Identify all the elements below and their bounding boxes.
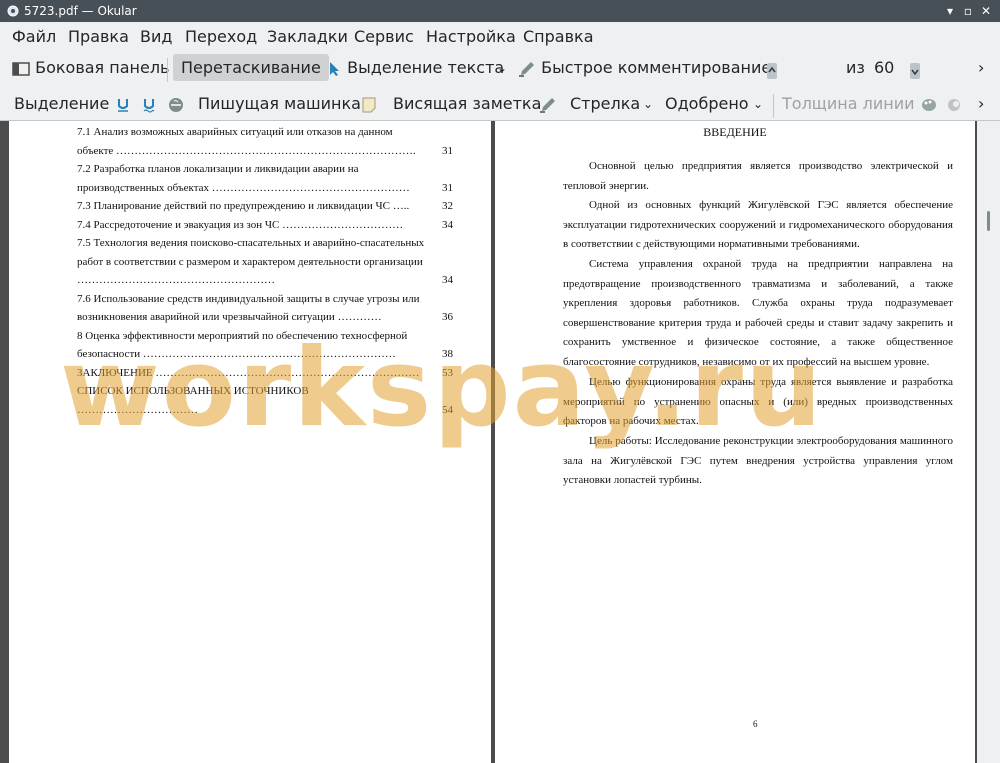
annotation-overflow-chevron-icon[interactable]: ›	[978, 94, 984, 113]
drag-mode-button[interactable]: Перетаскивание	[173, 54, 329, 81]
previous-page-button[interactable]	[767, 60, 777, 79]
menu-go[interactable]: Переход	[185, 27, 257, 46]
toolbar-separator	[167, 58, 168, 82]
main-toolbar: Боковая панель Перетаскивание Выделение …	[0, 52, 1000, 136]
page-of-label: из	[846, 58, 865, 77]
arrow-tool[interactable]: Стрелка	[570, 94, 640, 113]
minimize-icon[interactable]: ▾	[942, 3, 958, 19]
toolbar-overflow-chevron-icon[interactable]: ›	[978, 58, 984, 77]
toc-entry: 7.5 Технология ведения поисково-спасател…	[77, 237, 453, 286]
menu-view[interactable]: Вид	[140, 27, 172, 46]
highlight-tool[interactable]: Выделение	[14, 94, 109, 113]
opacity-icon[interactable]	[946, 94, 962, 113]
sidebar-icon	[12, 61, 30, 76]
underline-icon[interactable]	[116, 94, 130, 113]
document-viewer[interactable]: 7.1 Анализ возможных аварийных ситуаций …	[0, 121, 1000, 763]
quick-annotation-button[interactable]: Быстрое комментирование	[518, 58, 771, 77]
strikeout-icon[interactable]	[168, 94, 184, 113]
note-icon[interactable]	[362, 94, 376, 113]
sidebar-label: Боковая панель	[35, 58, 170, 77]
close-icon[interactable]: ✕	[978, 3, 994, 19]
toc-entry: 7.2 Разработка планов локализации и ликв…	[77, 163, 453, 194]
typewriter-tool[interactable]: Пишущая машинка	[198, 94, 361, 113]
window-title: 5723.pdf — Okular	[24, 4, 137, 18]
menu-settings[interactable]: Настройка	[426, 27, 516, 46]
window-titlebar: 5723.pdf — Okular ▾ ▫ ✕	[0, 0, 1000, 22]
floating-note-tool[interactable]: Висящая заметка	[393, 94, 541, 113]
chevron-down-icon[interactable]: ⌄	[497, 61, 507, 75]
line-width-tool[interactable]: Толщина линии	[782, 94, 915, 113]
toc-entry: 7.1 Анализ возможных аварийных ситуаций …	[77, 126, 453, 157]
scrollbar-thumb[interactable]	[987, 211, 990, 231]
sidebar-button[interactable]: Боковая панель	[12, 58, 169, 77]
arrow-up-icon	[767, 62, 777, 79]
watermark: workspay.ru	[60, 326, 824, 451]
quick-annotation-label: Быстрое комментирование	[541, 58, 772, 77]
toc-entry: 7.3 Планирование действий по предупрежде…	[77, 200, 453, 212]
arrow-tool-icon[interactable]	[539, 94, 557, 113]
vertical-scrollbar[interactable]	[977, 121, 1000, 763]
menubar: Файл Правка Вид Переход Закладки Сервис …	[0, 22, 1000, 52]
maximize-icon[interactable]: ▫	[960, 3, 976, 19]
stamp-chevron-down-icon[interactable]: ⌄	[753, 97, 763, 111]
paragraph: Основной целью предприятия является прои…	[563, 160, 953, 192]
annotation-toolbar: Выделение Пишущая машинка Висящая заметк…	[0, 88, 1000, 121]
pen-icon	[519, 61, 534, 77]
cursor-icon	[330, 61, 339, 76]
menu-file[interactable]: Файл	[12, 27, 56, 46]
arrow-down-icon	[910, 62, 920, 79]
color-palette-icon[interactable]	[920, 94, 938, 113]
menu-edit[interactable]: Правка	[68, 27, 129, 46]
page-total-label: 60	[874, 58, 895, 77]
arrow-chevron-down-icon[interactable]: ⌄	[643, 97, 653, 111]
toc-entry: 7.6 Использование средств индивидуальной…	[77, 292, 453, 324]
toolbar-separator	[773, 94, 774, 118]
okular-app-icon	[7, 5, 19, 17]
stamp-tool[interactable]: Одобрено	[665, 94, 749, 113]
toc-entry: 7.4 Рассредоточение и эвакуация из зон Ч…	[77, 218, 453, 231]
page-number: 6	[753, 719, 758, 729]
section-heading: ВВЕДЕНИЕ	[703, 125, 767, 139]
next-page-button[interactable]	[910, 60, 920, 79]
text-select-button[interactable]: Выделение текста	[328, 58, 504, 77]
squiggly-underline-icon[interactable]	[142, 94, 156, 113]
menu-tools[interactable]: Сервис	[354, 27, 414, 46]
menu-help[interactable]: Справка	[523, 27, 594, 46]
paragraph: Одной из основных функций Жигулёвской ГЭ…	[563, 199, 953, 250]
menu-bookmarks[interactable]: Закладки	[267, 27, 348, 46]
text-select-label: Выделение текста	[347, 58, 505, 77]
